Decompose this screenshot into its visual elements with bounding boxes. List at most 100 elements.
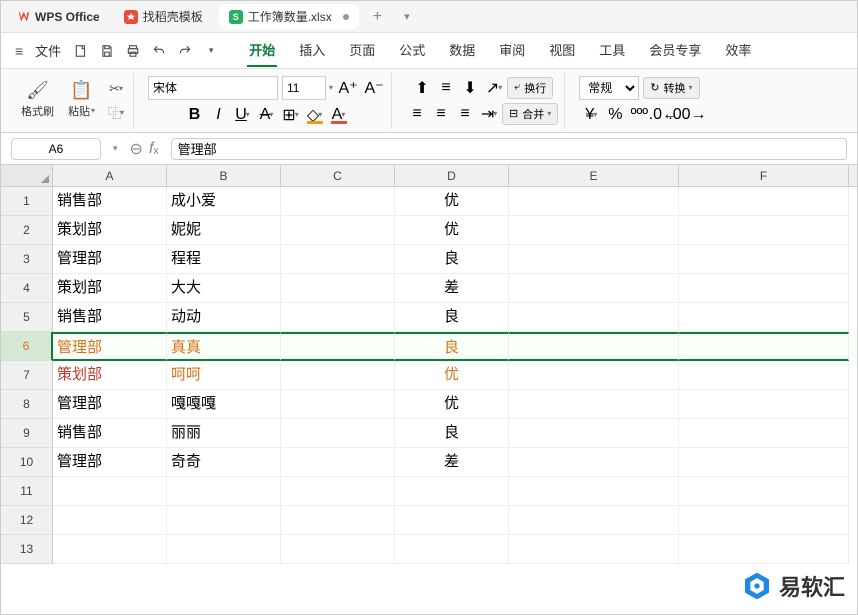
cell[interactable]: 良 bbox=[395, 419, 509, 448]
cell[interactable] bbox=[679, 245, 849, 274]
cell[interactable] bbox=[509, 361, 679, 390]
font-select[interactable] bbox=[148, 76, 278, 100]
cell[interactable] bbox=[509, 506, 679, 535]
cell[interactable]: 差 bbox=[395, 274, 509, 303]
decrease-font-button[interactable]: A⁻ bbox=[363, 77, 385, 99]
bold-button[interactable]: B bbox=[184, 104, 206, 126]
cell[interactable]: 大大 bbox=[167, 274, 281, 303]
cell[interactable] bbox=[679, 303, 849, 332]
cell[interactable] bbox=[395, 477, 509, 506]
cell[interactable] bbox=[679, 274, 849, 303]
cell[interactable]: 良 bbox=[395, 303, 509, 332]
align-bottom-button[interactable]: ⬇ bbox=[459, 77, 481, 99]
cell[interactable]: 良 bbox=[395, 332, 509, 361]
cell[interactable] bbox=[281, 216, 395, 245]
merge-button[interactable]: ⊟合并▾ bbox=[502, 103, 558, 125]
cell[interactable] bbox=[509, 274, 679, 303]
col-header-A[interactable]: A bbox=[53, 165, 167, 186]
add-tab-button[interactable]: + bbox=[365, 8, 390, 26]
increase-decimal-button[interactable]: .00→ bbox=[676, 104, 698, 126]
align-left-button[interactable]: ≡ bbox=[406, 103, 428, 125]
row-header[interactable]: 1 bbox=[1, 187, 53, 216]
cell[interactable] bbox=[509, 245, 679, 274]
menu-efficiency[interactable]: 效率 bbox=[723, 34, 753, 67]
cell[interactable] bbox=[167, 535, 281, 564]
fx-icon[interactable]: fₓ bbox=[149, 140, 159, 158]
cell[interactable] bbox=[509, 390, 679, 419]
paste-button[interactable]: 📋 粘贴▾ bbox=[64, 78, 99, 124]
cell[interactable] bbox=[53, 506, 167, 535]
cell[interactable] bbox=[679, 506, 849, 535]
wrap-button[interactable]: ⤶换行 bbox=[507, 77, 553, 99]
cell[interactable] bbox=[53, 477, 167, 506]
cell[interactable] bbox=[281, 361, 395, 390]
cell[interactable] bbox=[509, 477, 679, 506]
convert-button[interactable]: ↻转换▾ bbox=[643, 77, 699, 99]
align-middle-button[interactable]: ≡ bbox=[435, 77, 457, 99]
cell[interactable] bbox=[281, 245, 395, 274]
cell[interactable] bbox=[53, 535, 167, 564]
size-select[interactable] bbox=[282, 76, 326, 100]
indent-button[interactable]: ⇥▾ bbox=[478, 103, 500, 125]
orientation-button[interactable]: ↗▾ bbox=[483, 77, 505, 99]
cell[interactable] bbox=[509, 448, 679, 477]
cell[interactable] bbox=[509, 419, 679, 448]
align-right-button[interactable]: ≡ bbox=[454, 103, 476, 125]
tab-workbook[interactable]: S 工作簿数量.xlsx bbox=[219, 4, 359, 29]
cell[interactable] bbox=[679, 390, 849, 419]
row-header[interactable]: 4 bbox=[1, 274, 53, 303]
row-header[interactable]: 10 bbox=[1, 448, 53, 477]
cell[interactable] bbox=[395, 506, 509, 535]
cell[interactable] bbox=[679, 361, 849, 390]
tab-menu-button[interactable]: ▾ bbox=[396, 10, 418, 23]
redo-icon[interactable] bbox=[173, 39, 197, 63]
cell[interactable]: 管理部 bbox=[53, 448, 167, 477]
align-top-button[interactable]: ⬆ bbox=[411, 77, 433, 99]
row-header[interactable]: 11 bbox=[1, 477, 53, 506]
italic-button[interactable]: I bbox=[208, 104, 230, 126]
cell[interactable] bbox=[509, 216, 679, 245]
strike-button[interactable]: A▾ bbox=[256, 104, 278, 126]
cell[interactable] bbox=[679, 477, 849, 506]
cell[interactable]: 成小爱 bbox=[167, 187, 281, 216]
border-button[interactable]: ⊞▾ bbox=[280, 104, 302, 126]
cell[interactable]: 妮妮 bbox=[167, 216, 281, 245]
cell[interactable] bbox=[167, 506, 281, 535]
qat-dropdown-icon[interactable]: ▾ bbox=[199, 39, 223, 63]
undo-icon[interactable] bbox=[147, 39, 171, 63]
cell[interactable] bbox=[509, 303, 679, 332]
tab-template[interactable]: 找稻壳模板 bbox=[114, 4, 213, 29]
cell[interactable]: 动动 bbox=[167, 303, 281, 332]
number-format-select[interactable]: 常规 bbox=[579, 76, 639, 100]
currency-button[interactable]: ¥▾ bbox=[580, 104, 602, 126]
cell[interactable]: 优 bbox=[395, 187, 509, 216]
row-header[interactable]: 5 bbox=[1, 303, 53, 332]
menu-start[interactable]: 开始 bbox=[247, 34, 277, 67]
cell[interactable] bbox=[679, 419, 849, 448]
row-header[interactable]: 9 bbox=[1, 419, 53, 448]
cell[interactable]: 管理部 bbox=[53, 332, 167, 361]
col-header-D[interactable]: D bbox=[395, 165, 509, 186]
cell[interactable]: 良 bbox=[395, 245, 509, 274]
hamburger-icon[interactable]: ≡ bbox=[11, 39, 27, 63]
cell[interactable] bbox=[281, 419, 395, 448]
new-icon[interactable] bbox=[69, 39, 93, 63]
cancel-formula-icon[interactable]: ⊖ bbox=[130, 139, 143, 159]
cell[interactable]: 销售部 bbox=[53, 303, 167, 332]
col-header-C[interactable]: C bbox=[281, 165, 395, 186]
fill-color-button[interactable]: ◇▾ bbox=[304, 104, 326, 126]
col-header-E[interactable]: E bbox=[509, 165, 679, 186]
cell[interactable]: 管理部 bbox=[53, 390, 167, 419]
cell[interactable] bbox=[679, 448, 849, 477]
row-header[interactable]: 12 bbox=[1, 506, 53, 535]
row-header[interactable]: 6 bbox=[1, 332, 53, 361]
print-icon[interactable] bbox=[121, 39, 145, 63]
row-header[interactable]: 13 bbox=[1, 535, 53, 564]
row-header[interactable]: 2 bbox=[1, 216, 53, 245]
cell[interactable] bbox=[281, 477, 395, 506]
format-brush-button[interactable]: 🖌 格式刷 bbox=[17, 78, 58, 124]
select-all-corner[interactable] bbox=[1, 165, 53, 186]
cell[interactable]: 策划部 bbox=[53, 361, 167, 390]
menu-page[interactable]: 页面 bbox=[347, 34, 377, 67]
cell[interactable] bbox=[281, 535, 395, 564]
